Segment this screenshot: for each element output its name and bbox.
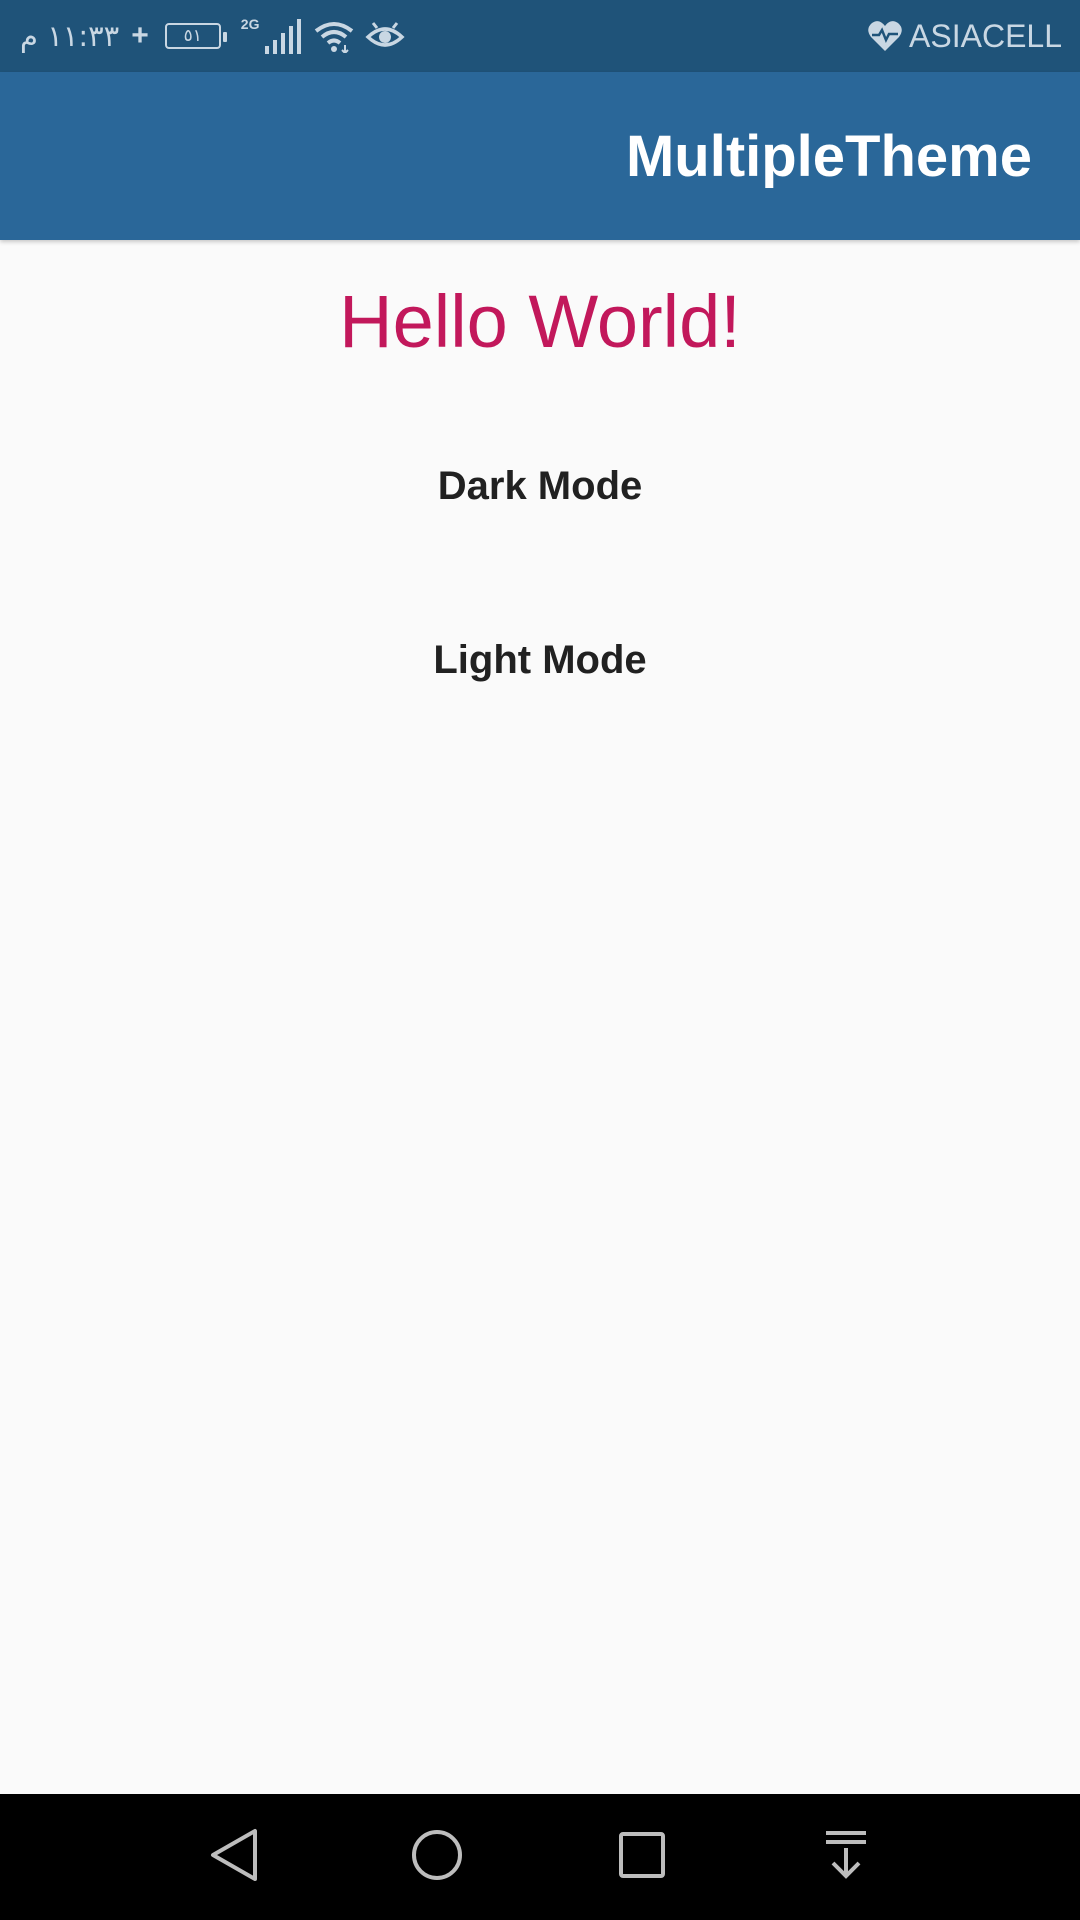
- eye-icon: [365, 19, 406, 53]
- heart-icon: [867, 20, 903, 52]
- home-icon: [410, 1828, 464, 1887]
- back-icon: [207, 1827, 261, 1888]
- battery-level: ٥١: [183, 26, 202, 46]
- network-type: 2G: [240, 16, 260, 32]
- plus-indicator: +: [131, 19, 149, 52]
- app-title: MultipleTheme: [625, 123, 1032, 189]
- app-bar: MultipleTheme: [0, 72, 1080, 240]
- status-left-group: ١١:٣٣ م + ٥١ 2G: [20, 0, 406, 72]
- signal-icon: [263, 18, 303, 54]
- wifi-icon: [313, 19, 355, 53]
- notification-pulldown-button[interactable]: [786, 1794, 906, 1920]
- hello-text: Hello World!: [339, 280, 741, 363]
- recents-button[interactable]: [582, 1794, 702, 1920]
- battery-icon: ٥١: [164, 23, 227, 49]
- navigation-bar: [0, 1794, 1080, 1920]
- carrier-name: ASIACELL: [909, 17, 1062, 54]
- dark-mode-button[interactable]: Dark Mode: [0, 455, 1080, 517]
- back-button[interactable]: [174, 1794, 294, 1920]
- home-button[interactable]: [377, 1794, 497, 1920]
- notification-pulldown-icon: [823, 1830, 869, 1885]
- status-bar: ١١:٣٣ م + ٥١ 2G ASIACELL: [0, 0, 1080, 72]
- light-mode-button[interactable]: Light Mode: [0, 629, 1080, 691]
- recents-icon: [618, 1831, 666, 1884]
- status-time: ١١:٣٣ م: [20, 19, 120, 53]
- status-right-group: ASIACELL: [867, 0, 1062, 72]
